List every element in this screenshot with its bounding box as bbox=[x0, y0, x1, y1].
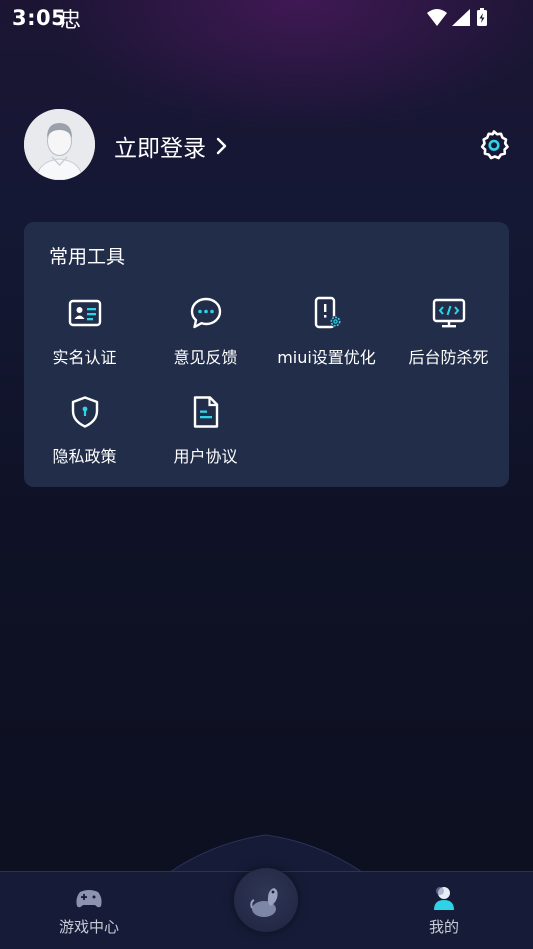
id-card-icon bbox=[68, 299, 101, 327]
avatar[interactable] bbox=[24, 109, 95, 180]
battery-icon bbox=[477, 8, 487, 26]
mascot-icon bbox=[250, 888, 278, 917]
tool-background-keepalive[interactable]: 后台防杀死 bbox=[388, 296, 509, 368]
tool-label: 用户协议 bbox=[173, 447, 238, 466]
shield-icon bbox=[71, 396, 98, 428]
default-avatar-icon bbox=[24, 109, 95, 180]
login-label: 立即登录 bbox=[114, 136, 206, 162]
status-notification-glyph: 忠 bbox=[60, 8, 81, 32]
tab-center-mascot-button[interactable] bbox=[234, 868, 298, 932]
tab-label: 我的 bbox=[428, 918, 459, 936]
wifi-icon bbox=[427, 9, 447, 26]
tool-user-agreement[interactable]: 用户协议 bbox=[145, 395, 266, 467]
chat-bubble-icon bbox=[190, 297, 221, 329]
status-bar: 3:05 忠 bbox=[0, 0, 533, 36]
gamepad-icon bbox=[76, 890, 102, 908]
signal-icon bbox=[452, 9, 470, 26]
document-icon bbox=[193, 396, 218, 428]
chevron-right-icon bbox=[216, 137, 227, 155]
tool-real-name-auth[interactable]: 实名认证 bbox=[24, 296, 145, 368]
tool-label: 实名认证 bbox=[52, 348, 117, 367]
settings-gear-icon[interactable] bbox=[478, 129, 510, 161]
tool-label: 后台防杀死 bbox=[408, 348, 489, 367]
tool-miui-settings[interactable]: miui设置优化 bbox=[266, 296, 387, 368]
tab-game-center[interactable]: 游戏中心 bbox=[39, 884, 139, 937]
tab-mine[interactable]: 我的 bbox=[394, 884, 494, 937]
tool-label: 意见反馈 bbox=[173, 348, 238, 367]
user-icon bbox=[434, 887, 454, 910]
login-link[interactable]: 立即登录 bbox=[114, 129, 228, 163]
tab-label: 游戏中心 bbox=[58, 918, 119, 936]
monitor-code-icon bbox=[432, 298, 465, 328]
tool-feedback[interactable]: 意见反馈 bbox=[145, 296, 266, 368]
profile-header: 立即登录 bbox=[24, 109, 510, 181]
status-time: 3:05 bbox=[12, 6, 67, 30]
tool-label: 隐私政策 bbox=[52, 447, 117, 466]
phone-settings-icon bbox=[314, 296, 341, 329]
status-icons bbox=[425, 7, 495, 29]
common-tools-card: 常用工具 实名认证 意见反馈 miui设置优化 后台防杀死 隐私政策 用户协议 bbox=[24, 222, 509, 487]
card-title: 常用工具 bbox=[49, 246, 126, 268]
tool-privacy-policy[interactable]: 隐私政策 bbox=[24, 395, 145, 467]
tool-label: miui设置优化 bbox=[277, 348, 376, 367]
